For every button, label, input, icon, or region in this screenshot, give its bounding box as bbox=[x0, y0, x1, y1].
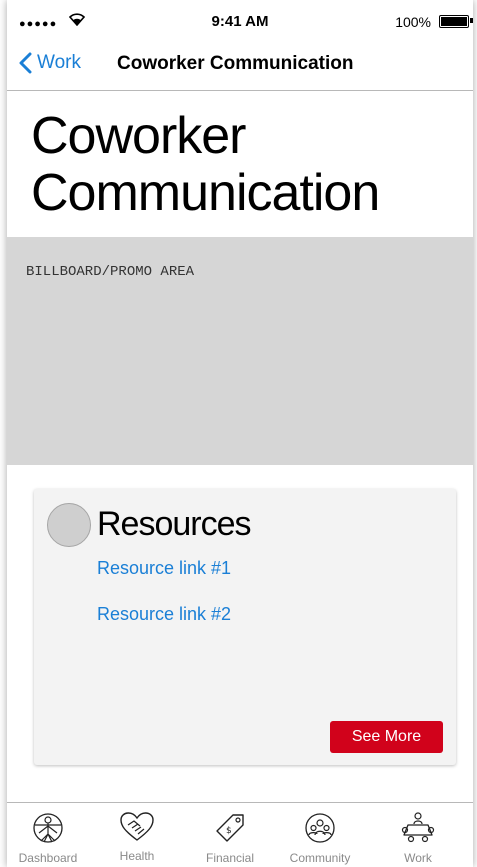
status-bar: ●●●●● 9:41 AM 100% bbox=[7, 0, 473, 40]
tab-financial[interactable]: $ Financial bbox=[185, 811, 275, 865]
resource-link-2[interactable]: Resource link #2 bbox=[97, 604, 231, 625]
tab-health-label: Health bbox=[119, 849, 155, 863]
billboard-label: BILLBOARD/PROMO AREA bbox=[26, 264, 195, 280]
svg-text:$: $ bbox=[226, 826, 232, 836]
battery-icon bbox=[439, 15, 469, 28]
vitruvian-man-icon bbox=[33, 813, 63, 843]
back-button[interactable]: Work bbox=[19, 52, 81, 74]
resources-avatar-circle bbox=[47, 503, 91, 547]
battery-nub bbox=[470, 18, 473, 23]
tab-community-label: Community bbox=[289, 851, 351, 865]
back-button-label: Work bbox=[37, 52, 81, 73]
chevron-left-icon bbox=[19, 52, 32, 74]
people-circle-icon bbox=[305, 813, 335, 843]
navigation-bar: Work Coworker Communication bbox=[7, 40, 473, 91]
tab-dashboard[interactable]: Dashboard bbox=[7, 811, 93, 865]
price-tag-icon: $ bbox=[216, 814, 244, 842]
meeting-table-icon bbox=[401, 812, 435, 843]
page-title: Coworker Communication bbox=[31, 107, 380, 222]
tab-work-label: Work bbox=[404, 851, 432, 865]
resources-title: Resources bbox=[97, 505, 252, 543]
app-screen: ●●●●● 9:41 AM 100% Work Coworker Communi… bbox=[7, 0, 473, 867]
resource-link-1[interactable]: Resource link #1 bbox=[97, 558, 231, 579]
tab-dashboard-label: Dashboard bbox=[18, 851, 78, 865]
battery-percentage: 100% bbox=[395, 14, 431, 30]
tab-financial-label: Financial bbox=[205, 851, 255, 865]
billboard-promo-area[interactable]: BILLBOARD/PROMO AREA bbox=[7, 237, 473, 465]
heart-handshake-icon bbox=[120, 812, 154, 841]
tab-bar: Dashboard Health $ Financial Community W… bbox=[7, 802, 473, 867]
nav-title: Coworker Communication bbox=[117, 53, 354, 74]
tab-community[interactable]: Community bbox=[275, 811, 365, 865]
tab-work[interactable]: Work bbox=[373, 811, 463, 865]
tab-health[interactable]: Health bbox=[92, 811, 182, 863]
resources-card: Resources Resource link #1 Resource link… bbox=[34, 489, 456, 765]
see-more-button[interactable]: See More bbox=[330, 721, 443, 753]
